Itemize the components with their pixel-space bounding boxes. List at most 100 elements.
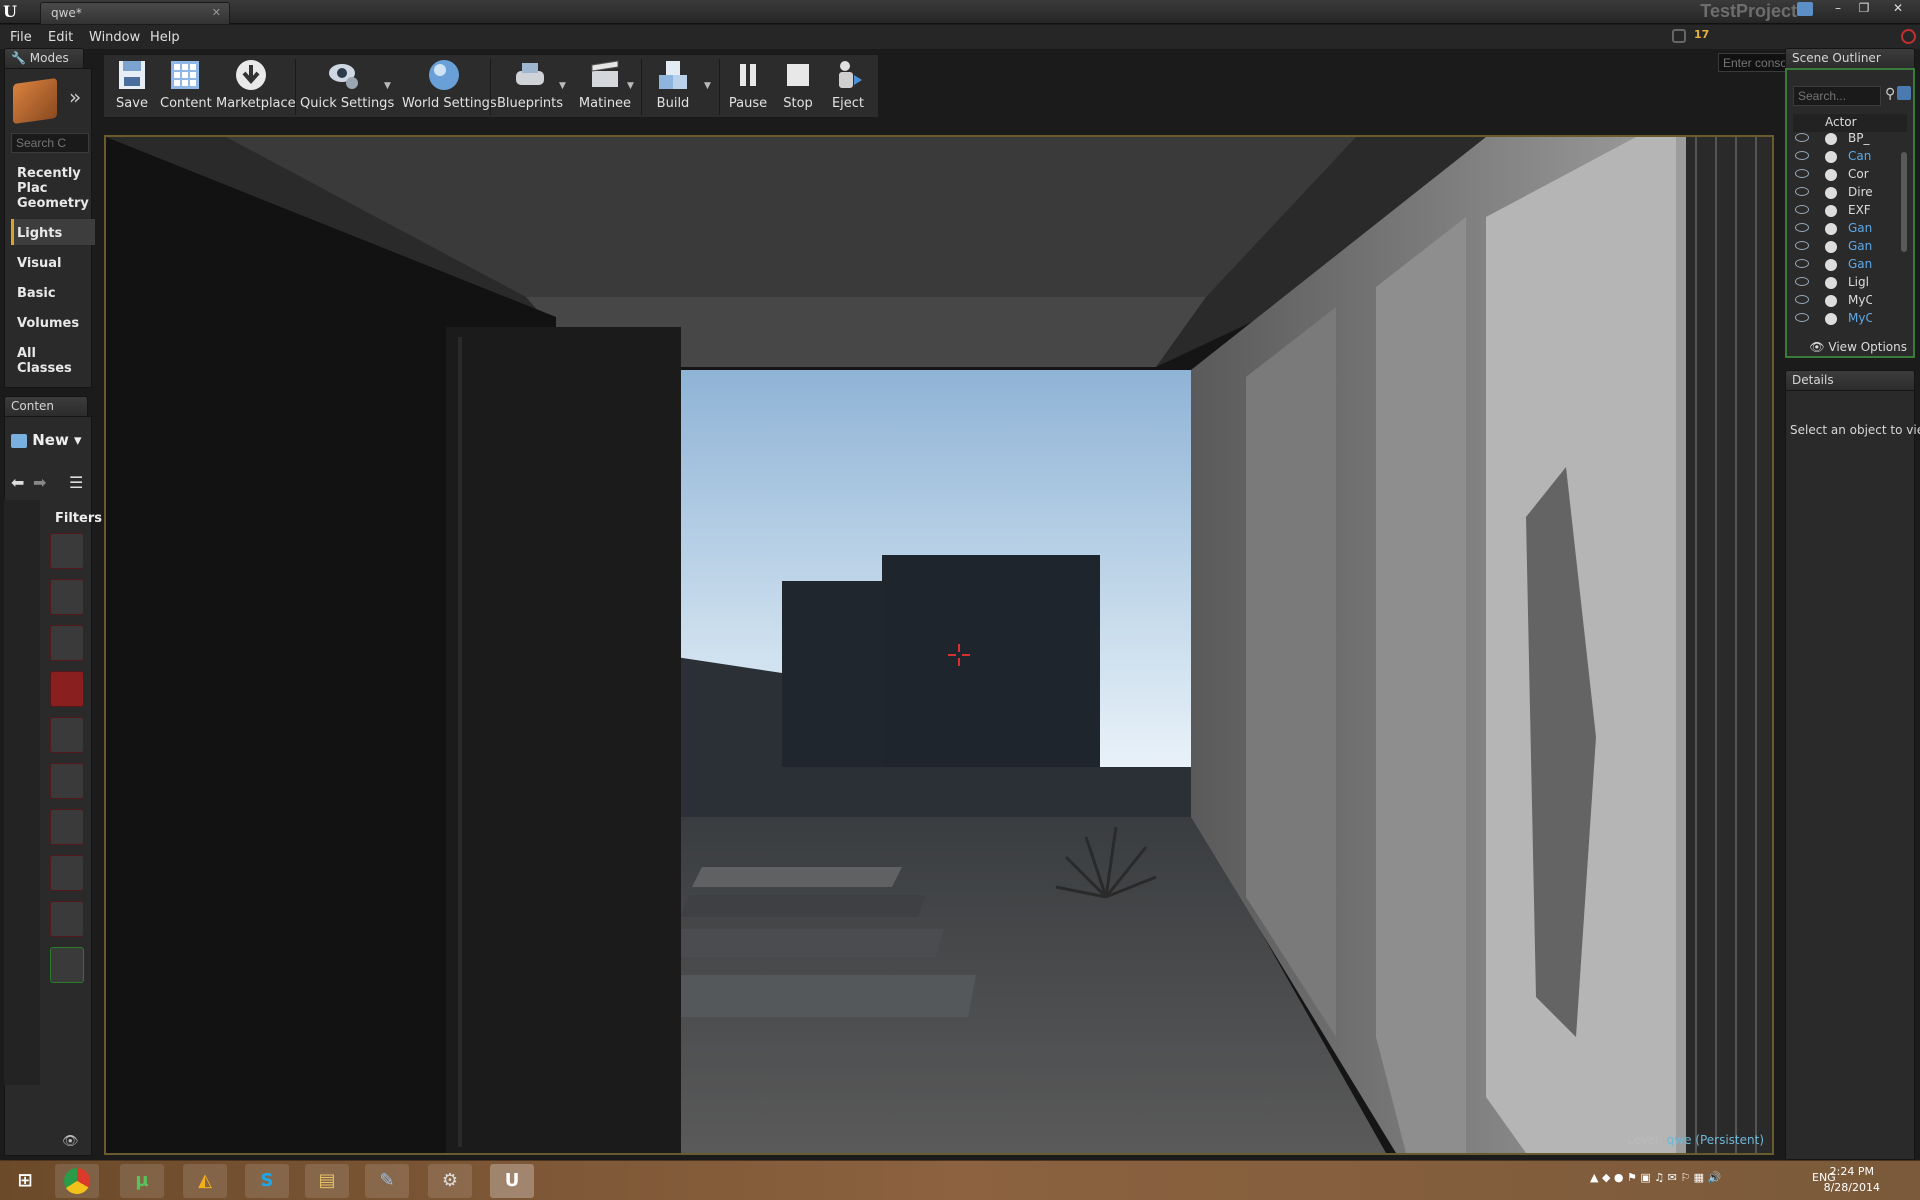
visibility-eye-icon[interactable] <box>1795 205 1809 214</box>
matinee-dropdown-icon[interactable]: ▼ <box>627 81 634 91</box>
outliner-row[interactable]: Gan <box>1790 238 1900 256</box>
folder-tree-strip[interactable] <box>4 500 40 1085</box>
minimize-button[interactable]: – <box>1826 0 1850 18</box>
category-basic[interactable]: Basic <box>17 286 56 301</box>
menu-edit[interactable]: Edit <box>48 30 73 45</box>
paint-icon[interactable]: ✎ <box>365 1164 409 1198</box>
outliner-row[interactable]: Gan <box>1790 256 1900 274</box>
outliner-row[interactable]: MyC <box>1790 310 1900 328</box>
maximize-button[interactable]: ❐ <box>1852 0 1876 18</box>
category-visual[interactable]: Visual <box>17 256 62 271</box>
notification-badge[interactable]: 17 <box>1694 28 1709 41</box>
blueprints-dropdown-icon[interactable]: ▼ <box>559 81 566 91</box>
asset-tile-light-9[interactable] <box>50 901 84 937</box>
eject-button[interactable]: Eject <box>826 57 870 117</box>
modes-search-input[interactable] <box>11 133 89 153</box>
asset-tile-light-6[interactable] <box>50 763 84 799</box>
skype-icon[interactable]: S <box>245 1164 289 1198</box>
outliner-row[interactable]: BP_ <box>1790 130 1900 148</box>
tab-modes[interactable]: 🔧 Modes <box>4 48 84 68</box>
menu-help[interactable]: Help <box>150 30 180 45</box>
marketplace-button[interactable]: Marketplace <box>216 57 296 117</box>
document-tab[interactable]: qwe* ✕ <box>40 2 230 24</box>
asset-tile-light-8[interactable] <box>50 855 84 891</box>
actor-column-header[interactable]: Actor <box>1825 115 1857 129</box>
asset-tile-light-4[interactable] <box>50 671 84 707</box>
new-asset-button[interactable]: New ▾ <box>11 431 82 449</box>
outliner-scrollbar[interactable] <box>1901 152 1907 252</box>
quick-settings-button[interactable]: Quick Settings <box>300 57 394 117</box>
visibility-eye-icon[interactable] <box>1795 313 1809 322</box>
source-control-icon[interactable] <box>1672 29 1686 43</box>
level-name[interactable]: qwe (Persistent) <box>1667 1133 1764 1147</box>
category-recently-placed[interactable]: Recently Plac <box>17 166 91 196</box>
utorrent-icon[interactable]: µ <box>120 1164 164 1198</box>
outliner-row[interactable]: Gan <box>1790 220 1900 238</box>
visibility-eye-icon[interactable] <box>1795 169 1809 178</box>
asset-tile-sphere[interactable] <box>50 947 84 983</box>
visibility-eye-icon[interactable] <box>1795 133 1809 142</box>
unreal-logo-icon[interactable]: U <box>3 2 23 22</box>
build-button[interactable]: Build <box>644 57 702 117</box>
outliner-search-input[interactable] <box>1793 86 1881 106</box>
visibility-eye-icon[interactable] <box>1795 295 1809 304</box>
quick-settings-dropdown-icon[interactable]: ▼ <box>384 81 391 91</box>
windows-start-icon[interactable]: ⊞ <box>3 1164 47 1198</box>
place-mode-icon[interactable] <box>13 77 57 125</box>
forward-arrow-icon[interactable]: ➡ <box>33 473 46 492</box>
steam-icon[interactable]: ⚙ <box>428 1164 472 1198</box>
close-window-button[interactable]: ✕ <box>1878 0 1918 18</box>
asset-tile-light-7[interactable] <box>50 809 84 845</box>
pause-button[interactable]: Pause <box>726 57 770 117</box>
category-all-classes[interactable]: All Classes <box>17 346 91 376</box>
asset-tile-light-3[interactable] <box>50 625 84 661</box>
outliner-row[interactable]: Ligl <box>1790 274 1900 292</box>
origin-icon[interactable]: ◭ <box>183 1164 227 1198</box>
category-geometry[interactable]: Geometry <box>17 196 89 211</box>
outliner-row[interactable]: EXF <box>1790 202 1900 220</box>
view-options-eye-icon[interactable]: 👁 <box>62 1134 79 1149</box>
visibility-eye-icon[interactable] <box>1795 223 1809 232</box>
asset-tile-light-1[interactable] <box>50 533 84 569</box>
outliner-row[interactable]: Dire <box>1790 184 1900 202</box>
outliner-row[interactable]: Can <box>1790 148 1900 166</box>
menu-window[interactable]: Window <box>89 30 140 45</box>
content-button[interactable]: Content <box>160 57 212 117</box>
add-folder-icon[interactable] <box>1897 86 1911 100</box>
visibility-eye-icon[interactable] <box>1795 151 1809 160</box>
blueprints-button[interactable]: Blueprints <box>494 57 566 117</box>
category-volumes[interactable]: Volumes <box>17 316 79 331</box>
visibility-eye-icon[interactable] <box>1795 187 1809 196</box>
system-tray-icons[interactable]: ▲ ◆ ● ⚑ ▣ ♫ ✉ ⚐ ▦ 🔊 <box>1590 1171 1721 1184</box>
build-dropdown-icon[interactable]: ▼ <box>704 81 711 91</box>
tab-scene-outliner[interactable]: Scene Outliner <box>1785 48 1915 68</box>
unreal-editor-taskbar-icon[interactable]: U <box>490 1164 534 1198</box>
system-clock[interactable]: 2:24 PM 8/28/2014 <box>1824 1164 1880 1196</box>
asset-tile-light-2[interactable] <box>50 579 84 615</box>
back-arrow-icon[interactable]: ⬅ <box>11 473 24 492</box>
feedback-icon[interactable] <box>1797 2 1813 16</box>
visibility-eye-icon[interactable] <box>1795 259 1809 268</box>
chrome-icon[interactable] <box>55 1164 99 1198</box>
filters-label[interactable]: Filters <box>55 511 102 526</box>
level-viewport[interactable]: Level: qwe (Persistent) <box>104 135 1774 1155</box>
outliner-row[interactable]: Cor <box>1790 166 1900 184</box>
view-options-button[interactable]: 👁 View Options <box>1793 340 1907 354</box>
close-tab-icon[interactable]: ✕ <box>212 6 221 19</box>
menu-file[interactable]: File <box>10 30 32 45</box>
save-button[interactable]: Save <box>110 57 154 117</box>
tab-details[interactable]: Details <box>1785 370 1915 390</box>
visibility-eye-icon[interactable] <box>1795 277 1809 286</box>
details-tab-label: Details <box>1792 373 1834 387</box>
tab-content-browser[interactable]: Conten <box>4 396 88 416</box>
stop-button[interactable]: Stop <box>776 57 820 117</box>
expand-modes-icon[interactable]: » <box>69 85 81 109</box>
path-list-icon[interactable]: ☰ <box>69 473 83 492</box>
asset-tile-light-5[interactable] <box>50 717 84 753</box>
world-settings-button[interactable]: World Settings <box>402 57 497 117</box>
category-lights[interactable]: Lights <box>17 226 62 241</box>
outliner-row[interactable]: MyC <box>1790 292 1900 310</box>
file-explorer-icon[interactable]: ▤ <box>305 1164 349 1198</box>
no-entry-icon[interactable] <box>1901 29 1916 44</box>
visibility-eye-icon[interactable] <box>1795 241 1809 250</box>
